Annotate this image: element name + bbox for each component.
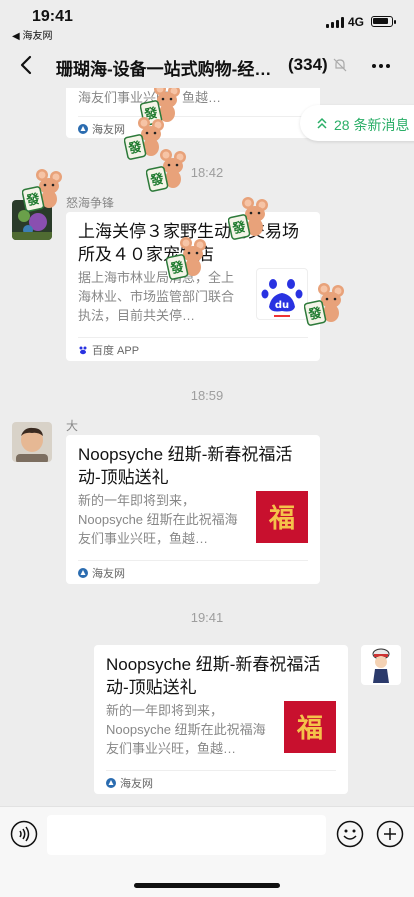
baidu-app-icon <box>79 346 87 355</box>
back-to-app-link[interactable]: ◀ 海友网 <box>12 27 52 42</box>
fa-tile-glyph: 發 <box>126 139 143 158</box>
source-logo-icon <box>78 124 88 134</box>
card-thumbnail: du <box>256 268 308 320</box>
more-options-icon[interactable] <box>370 57 392 75</box>
status-time: 19:41 <box>32 8 73 25</box>
baidu-logo-icon: du <box>261 279 303 317</box>
card-source: 百度 APP <box>78 342 139 358</box>
avatar[interactable] <box>12 200 52 240</box>
card-description: 新的一年即将到来，Noopsyche 纽斯在此祝福海友们事业兴旺，鱼越… <box>106 703 266 756</box>
chat-title: 珊瑚海-设备一站式购物-经… <box>56 60 272 79</box>
fu-greeting-image: 福 <box>284 701 336 753</box>
fu-greeting-image: 福 <box>256 491 308 543</box>
network-type: 4G <box>348 15 365 29</box>
card-source: 海友网 <box>106 775 153 791</box>
message-card[interactable]: 上海关停３家野生动物交易场所及４０家宠物店 据上海市林业局消息，全上海林业、市场… <box>66 212 320 361</box>
avatar-image <box>12 200 52 240</box>
card-description: 据上海市林业局消息，全上海林业、市场监管部门联合执法，目前共关停… <box>78 270 235 323</box>
source-name: 海友网 <box>92 124 125 136</box>
status-bar: 19:41 ◀ 海友网 4G <box>0 0 414 44</box>
card-title: Noopsyche 纽斯-新春祝福活动-顶贴送礼 <box>106 655 321 697</box>
member-count: (334) <box>288 55 328 74</box>
my-avatar[interactable] <box>361 645 401 685</box>
mute-bell-icon <box>333 58 347 72</box>
source-name: 海友网 <box>92 568 125 580</box>
card-source: 海友网 <box>78 121 125 137</box>
emoji-icon[interactable] <box>336 820 364 848</box>
sender-name: 大 <box>66 419 79 433</box>
avatar-image <box>361 645 401 685</box>
back-arrow-icon[interactable] <box>16 54 38 76</box>
source-logo-icon <box>78 568 88 578</box>
timestamp: 19:41 <box>190 610 224 625</box>
card-thumbnail: 福 <box>284 701 336 753</box>
card-thumbnail: 福 <box>256 491 308 543</box>
add-more-icon[interactable] <box>376 820 404 848</box>
timestamp: 18:59 <box>190 388 224 403</box>
double-chevron-up-icon <box>317 117 327 129</box>
source-name: 百度 APP <box>92 345 140 357</box>
chat-header: 珊瑚海-设备一站式购物-经… (334) <box>0 44 414 88</box>
battery-icon <box>371 16 396 27</box>
new-messages-pill[interactable]: 28 条新消息 <box>300 105 414 141</box>
fu-glyph: 福 <box>268 504 295 534</box>
avatar[interactable] <box>12 422 52 462</box>
fu-glyph: 福 <box>296 714 323 744</box>
message-card-self[interactable]: Noopsyche 纽斯-新春祝福活动-顶贴送礼 新的一年即将到来，Noopsy… <box>94 645 348 794</box>
card-description: 新的一年即将到来，Noopsyche 纽斯在此祝福海友们事业兴旺，鱼越… <box>78 493 238 546</box>
baidu-logo-text: du <box>275 300 289 311</box>
source-logo-icon <box>106 778 116 788</box>
avatar-image <box>12 422 52 462</box>
message-card-partial[interactable]: 海友们事业兴旺，鱼越… 海友网 <box>66 88 320 138</box>
source-name: 海友网 <box>120 778 153 790</box>
sender-name: 怒海争锋 <box>66 196 115 210</box>
message-input[interactable] <box>47 815 326 855</box>
home-indicator[interactable] <box>134 883 280 888</box>
message-card[interactable]: Noopsyche 纽斯-新春祝福活动-顶贴送礼 新的一年即将到来，Noopsy… <box>66 435 320 584</box>
card-description: 海友们事业兴旺，鱼越… <box>78 90 222 105</box>
card-divider <box>78 337 308 338</box>
card-divider <box>78 116 308 117</box>
card-divider <box>78 560 308 561</box>
card-title: 上海关停３家野生动物交易场所及４０家宠物店 <box>78 222 299 264</box>
timestamp: 18:42 <box>190 165 224 180</box>
signal-icon <box>326 17 344 28</box>
card-divider <box>106 770 336 771</box>
new-messages-label: 28 条新消息 <box>334 117 410 133</box>
chat-area[interactable]: 海友们事业兴旺，鱼越… 海友网 18:42 怒海争锋 上海关停３家野生动物交易场… <box>0 88 414 806</box>
card-source: 海友网 <box>78 565 125 581</box>
voice-input-icon[interactable] <box>10 820 38 848</box>
card-title: Noopsyche 纽斯-新春祝福活动-顶贴送礼 <box>78 445 293 487</box>
